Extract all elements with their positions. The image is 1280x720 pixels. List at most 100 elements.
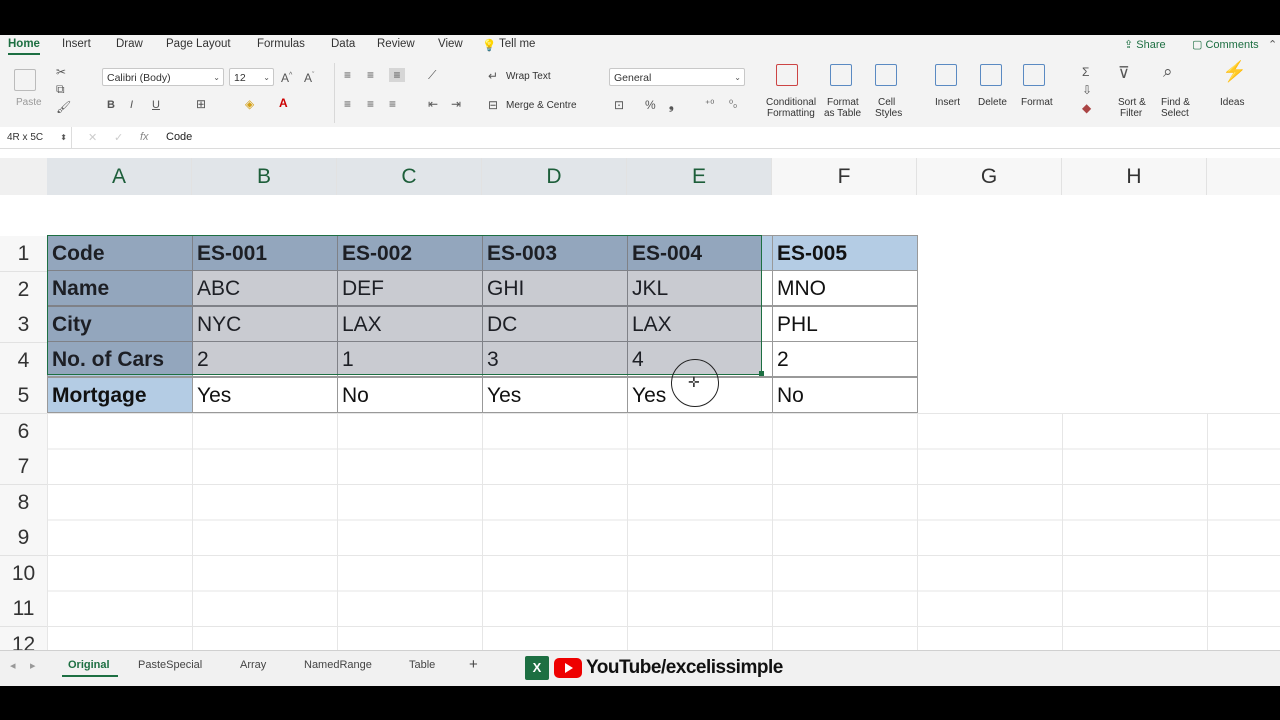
cell-a1[interactable]: Code [47,235,193,271]
cell-f1[interactable]: ES-005 [772,235,918,271]
tab-draw[interactable]: Draw [116,38,143,50]
cell-c2[interactable]: DEF [337,270,483,306]
tab-home[interactable]: Home [8,38,40,55]
column-header-b[interactable]: B [192,158,337,195]
sheet-tab-pastespecial[interactable]: PasteSpecial [138,659,202,671]
column-header-i[interactable] [1207,158,1280,195]
cell-a4[interactable]: No. of Cars [47,341,193,377]
cell-e2[interactable]: JKL [627,270,773,306]
cell-b3[interactable]: NYC [192,306,338,342]
cell-d5[interactable]: Yes [482,377,628,413]
row-header-6[interactable]: 6 [0,414,47,450]
select-all-corner[interactable] [0,158,48,195]
empty-grid-area[interactable] [47,413,1280,685]
row-header-4[interactable]: 4 [0,343,47,379]
cell-styles-label-1[interactable]: Cell [878,97,895,108]
cell-c5[interactable]: No [337,377,483,413]
delete-cells-label[interactable]: Delete [978,97,1007,108]
orientation-icon[interactable]: ⟋ [428,68,436,82]
cell-a5[interactable]: Mortgage [47,377,193,413]
align-middle-icon[interactable]: ≡ [367,68,374,82]
row-header-1[interactable]: 1 [0,236,47,272]
number-format-select[interactable]: General ⌄ [609,68,745,86]
cell-d2[interactable]: GHI [482,270,628,306]
row-header-7[interactable]: 7 [0,449,47,485]
cell-e1[interactable]: ES-004 [627,235,773,271]
formula-input[interactable]: Code [166,131,192,143]
decrease-indent-icon[interactable]: ⇤ [428,97,438,111]
conditional-formatting-icon[interactable] [776,64,798,86]
chevron-up-icon[interactable]: ⌃ [1268,38,1277,51]
cell-c4[interactable]: 1 [337,341,483,377]
ideas-label[interactable]: Ideas [1220,97,1244,108]
sheet-tab-original[interactable]: Original [68,659,110,671]
cell-d1[interactable]: ES-003 [482,235,628,271]
cell-f5[interactable]: No [772,377,918,413]
tab-data[interactable]: Data [331,38,355,50]
cut-icon[interactable]: ✂ [56,65,66,79]
font-size-select[interactable]: 12 ⌄ [229,68,274,86]
enter-icon[interactable]: ✓ [114,131,123,144]
cell-b1[interactable]: ES-001 [192,235,338,271]
column-header-f[interactable]: F [772,158,917,195]
cell-c3[interactable]: LAX [337,306,483,342]
tab-page-layout[interactable]: Page Layout [166,38,231,50]
decrease-font-icon[interactable]: Aˇ [304,69,314,85]
clear-icon[interactable]: ◆ [1082,101,1091,115]
cell-styles-label-2[interactable]: Styles [875,108,902,119]
format-as-table-icon[interactable] [830,64,852,86]
cell-b2[interactable]: ABC [192,270,338,306]
column-header-c[interactable]: C [337,158,482,195]
percent-icon[interactable]: % [645,98,656,112]
name-box[interactable]: 4R x 5C ⬍ [0,127,72,148]
scroll-right-icon[interactable]: ▸ [30,659,36,672]
wrap-text-button[interactable]: Wrap Text [506,71,551,82]
scroll-left-icon[interactable]: ◂ [10,659,16,672]
align-left-icon[interactable]: ≡ [344,97,351,111]
format-as-table-label-1[interactable]: Format [827,97,859,108]
bold-button[interactable]: B [107,98,115,112]
share-button[interactable]: ⇪ Share [1124,38,1166,51]
fill-color-icon[interactable]: ◈ [245,97,254,111]
sheet-tab-array[interactable]: Array [240,659,266,671]
sheet-tab-namedrange[interactable]: NamedRange [304,659,372,671]
sort-filter-label-2[interactable]: Filter [1120,108,1142,119]
tab-review[interactable]: Review [377,38,415,50]
align-center-icon[interactable]: ≡ [367,97,374,111]
tab-insert[interactable]: Insert [62,38,91,50]
add-sheet-button[interactable]: + [469,656,478,673]
delete-cells-icon[interactable] [980,64,1002,86]
column-header-a[interactable]: A [47,158,192,195]
fill-handle[interactable] [759,371,764,376]
cell-b5[interactable]: Yes [192,377,338,413]
align-right-icon[interactable]: ≡ [389,97,396,111]
column-header-e[interactable]: E [627,158,772,195]
row-header-3[interactable]: 3 [0,307,47,343]
comma-style-icon[interactable]: ❟ [669,98,674,112]
increase-decimal-icon[interactable]: ⁺⁰ [705,98,714,112]
row-header-8[interactable]: 8 [0,485,47,521]
find-select-icon[interactable]: ⌕ [1163,63,1173,80]
column-header-g[interactable]: G [917,158,1062,195]
insert-cells-label[interactable]: Insert [935,97,960,108]
font-color-icon[interactable]: A [279,96,288,110]
cell-f2[interactable]: MNO [772,270,918,306]
row-header-9[interactable]: 9 [0,520,47,556]
cell-c1[interactable]: ES-002 [337,235,483,271]
find-select-label-1[interactable]: Find & [1161,97,1190,108]
conditional-formatting-label-1[interactable]: Conditional [766,97,816,108]
cell-d3[interactable]: DC [482,306,628,342]
cell-e3[interactable]: LAX [627,306,773,342]
tell-me-search[interactable]: Tell me [499,38,535,50]
cell-a2[interactable]: Name [47,270,193,306]
comments-button[interactable]: ▢ Comments [1192,38,1259,51]
decrease-decimal-icon[interactable]: ⁰₀ [729,98,737,112]
format-painter-icon[interactable]: 🖌 [56,100,71,114]
tab-formulas[interactable]: Formulas [257,38,305,50]
align-bottom-icon[interactable]: ≡ [389,68,405,82]
ideas-icon[interactable]: ⚡ [1222,62,1247,82]
row-header-2[interactable]: 2 [0,272,47,308]
column-header-h[interactable]: H [1062,158,1207,195]
cell-b4[interactable]: 2 [192,341,338,377]
cell-styles-icon[interactable] [875,64,897,86]
